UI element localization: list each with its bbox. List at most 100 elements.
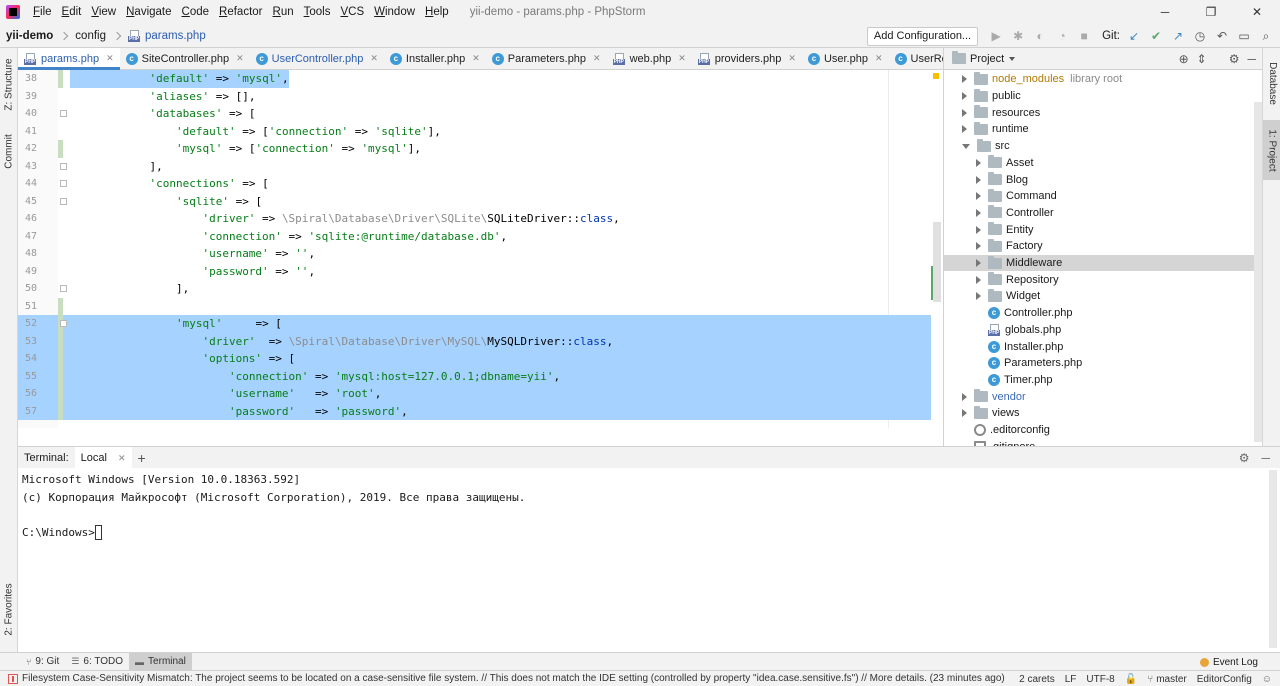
close-tab-icon[interactable]: ✕ — [118, 453, 126, 463]
close-tab-icon[interactable]: ✕ — [106, 53, 114, 64]
tree-folder[interactable]: Asset — [944, 155, 1262, 172]
tab-params-php[interactable]: PHP params.php ✕ — [18, 48, 120, 70]
hide-panel-icon[interactable]: ─ — [1247, 52, 1256, 66]
dropdown-arrow-icon[interactable] — [1009, 56, 1016, 61]
new-terminal-tab-icon[interactable]: + — [138, 450, 146, 466]
expand-right-arrow-icon[interactable] — [962, 75, 967, 84]
tree-folder[interactable]: runtime — [944, 121, 1262, 138]
code-line[interactable]: 54 'options' => [ — [18, 350, 943, 368]
tree-folder[interactable]: vendor — [944, 388, 1262, 405]
terminal-tool-button[interactable]: ▬ Terminal — [129, 652, 192, 671]
code-line[interactable]: 52 'mysql' => [ — [18, 315, 943, 333]
vcs-change-marker[interactable] — [58, 297, 63, 420]
fold-marker-icon[interactable] — [60, 162, 67, 170]
close-tab-icon[interactable]: ✕ — [875, 53, 883, 64]
expand-right-arrow-icon[interactable] — [962, 392, 967, 401]
code-line[interactable]: 47 'connection' => 'sqlite:@runtime/data… — [18, 228, 943, 246]
code-line[interactable]: 55 'connection' => 'mysql:host=127.0.0.1… — [18, 367, 943, 385]
git-tool-button[interactable]: ⑂ 9: Git — [20, 653, 65, 671]
commit-tool-tab[interactable]: Commit — [0, 128, 18, 174]
menu-file[interactable]: File — [28, 0, 57, 24]
expand-right-arrow-icon[interactable] — [962, 125, 967, 134]
close-tab-icon[interactable]: ✕ — [236, 53, 244, 64]
tab-parameters-php[interactable]: c Parameters.php ✕ — [486, 48, 607, 69]
stop-icon[interactable]: ■ — [1074, 26, 1094, 46]
breadcrumb-folder[interactable]: config — [69, 30, 112, 42]
menu-edit[interactable]: Edit — [57, 0, 87, 24]
tab-usercontroller-php[interactable]: c UserController.php ✕ — [250, 48, 384, 69]
git-update-icon[interactable]: ↙ — [1124, 26, 1144, 46]
collapse-all-icon[interactable]: ⇕ — [1197, 52, 1207, 66]
code-line[interactable]: 43 ], — [18, 158, 943, 176]
menu-refactor[interactable]: Refactor — [214, 0, 267, 24]
line-separator-indicator[interactable]: LF — [1065, 674, 1077, 685]
code-line[interactable]: 56 'username' => 'root', — [18, 385, 943, 403]
editorconfig-indicator[interactable]: EditorConfig — [1197, 674, 1252, 685]
tree-file[interactable]: PHP globals.php — [944, 322, 1262, 339]
code-line[interactable]: 50 ], — [18, 280, 943, 298]
code-line[interactable]: 40 'databases' => [ — [18, 105, 943, 123]
code-editor[interactable]: 38 'default' => 'mysql', 39 'aliases' => … — [18, 70, 943, 428]
search-icon[interactable]: ⌕ — [1256, 26, 1276, 46]
coverage-icon[interactable]: ◐ — [1030, 26, 1050, 46]
expand-right-arrow-icon[interactable] — [962, 108, 967, 117]
todo-tool-button[interactable]: ☰ 6: TODO — [65, 653, 129, 671]
favorites-tool-tab[interactable]: 2: Favorites — [0, 578, 18, 640]
add-configuration-button[interactable]: Add Configuration... — [866, 26, 979, 46]
tree-folder[interactable]: Command — [944, 188, 1262, 205]
carets-indicator[interactable]: 2 carets — [1019, 674, 1055, 685]
code-line[interactable]: 44 'connections' => [ — [18, 175, 943, 193]
tree-folder[interactable]: Repository — [944, 271, 1262, 288]
tree-file[interactable]: .editorconfig — [944, 422, 1262, 439]
tree-file[interactable]: c Parameters.php — [944, 355, 1262, 372]
editor-scrollbar-thumb[interactable] — [933, 222, 941, 302]
tree-file[interactable]: c Controller.php — [944, 305, 1262, 322]
tree-folder[interactable]: Widget — [944, 288, 1262, 305]
locate-icon[interactable]: ⊕ — [1179, 52, 1189, 66]
tab-installer-php[interactable]: c Installer.php ✕ — [384, 48, 486, 69]
tree-folder[interactable]: Entity — [944, 221, 1262, 238]
profile-icon[interactable]: ◔ — [1052, 26, 1072, 46]
menu-help[interactable]: Help — [420, 0, 454, 24]
tree-folder[interactable]: Middleware — [944, 254, 1262, 272]
tree-folder[interactable]: views — [944, 405, 1262, 422]
vcs-change-marker[interactable] — [58, 70, 63, 88]
expand-right-arrow-icon[interactable] — [976, 175, 981, 184]
expand-right-arrow-icon[interactable] — [976, 192, 981, 201]
tree-folder[interactable]: node_modules library root — [944, 71, 1262, 88]
expand-down-arrow-icon[interactable] — [962, 143, 970, 149]
debug-icon[interactable]: ✱ — [1008, 26, 1028, 46]
minimize-button[interactable]: ─ — [1142, 0, 1188, 24]
close-button[interactable]: ✕ — [1234, 0, 1280, 24]
fold-marker-icon[interactable] — [60, 285, 67, 292]
vcs-change-marker[interactable] — [58, 140, 63, 158]
tree-file[interactable]: c Timer.php — [944, 372, 1262, 389]
code-line[interactable]: 42 'mysql' => ['connection' => 'mysql'], — [18, 140, 943, 158]
tab-providers-php[interactable]: PHP providers.php ✕ — [692, 48, 802, 69]
menu-run[interactable]: Run — [268, 0, 299, 24]
layout-icon[interactable]: ▭ — [1234, 26, 1254, 46]
tree-folder[interactable]: src — [944, 138, 1262, 155]
menu-code[interactable]: Code — [177, 0, 215, 24]
project-tool-tab[interactable]: 1: Project — [1263, 120, 1280, 180]
terminal-prompt-line[interactable]: C:\Windows> — [22, 524, 1276, 542]
readonly-lock-icon[interactable]: 🔓 — [1125, 674, 1137, 685]
close-tab-icon[interactable]: ✕ — [593, 53, 601, 64]
history-icon[interactable]: ◷ — [1190, 26, 1210, 46]
run-icon[interactable]: ▶ — [986, 26, 1006, 46]
close-tab-icon[interactable]: ✕ — [370, 53, 378, 64]
expand-right-arrow-icon[interactable] — [962, 92, 967, 101]
terminal-output[interactable]: Microsoft Windows [Version 10.0.18363.59… — [18, 468, 1280, 650]
status-message[interactable]: Filesystem Case-Sensitivity Mismatch: Th… — [0, 673, 1005, 684]
terminal-tab-local[interactable]: Local ✕ — [74, 446, 132, 469]
project-title[interactable]: Project — [970, 53, 1004, 65]
code-line[interactable]: 41 'default' => ['connection' => 'sqlite… — [18, 123, 943, 141]
expand-right-arrow-icon[interactable] — [962, 409, 967, 418]
fold-marker-icon[interactable] — [60, 110, 67, 117]
code-line[interactable]: 48 'username' => '', — [18, 245, 943, 263]
menu-tools[interactable]: Tools — [299, 0, 336, 24]
tree-folder[interactable]: public — [944, 88, 1262, 105]
tab-web-php[interactable]: PHP web.php ✕ — [607, 48, 692, 69]
code-line[interactable]: 49 'password' => '', — [18, 263, 943, 281]
code-line[interactable]: 45 'sqlite' => [ — [18, 193, 943, 211]
